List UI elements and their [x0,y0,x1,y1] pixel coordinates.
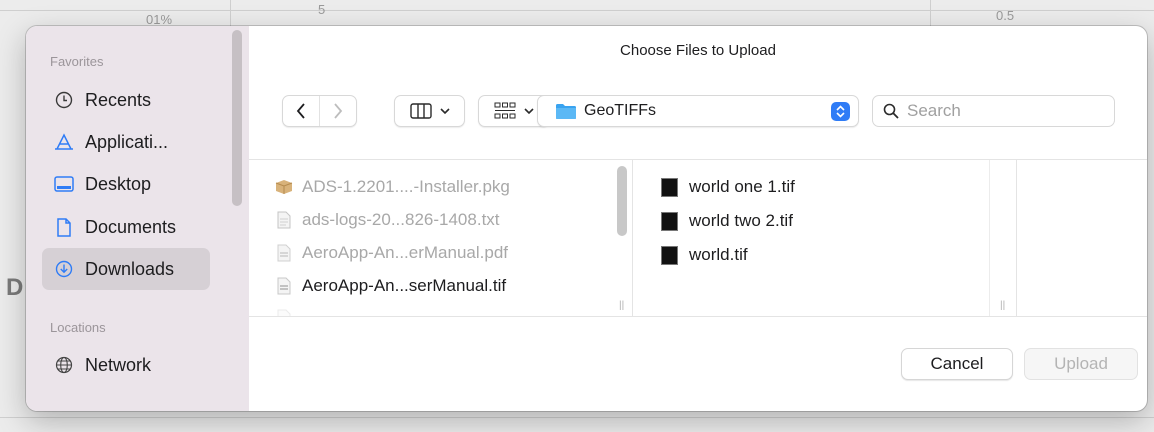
location-stepper-icon [831,102,850,121]
tif-file-icon [661,177,678,197]
generic-file-icon [275,308,293,316]
column-resize-handle[interactable]: || [1000,300,1005,311]
file-item[interactable]: world.tif [661,242,748,268]
search-input[interactable] [907,101,1097,121]
background-gridline [230,0,231,26]
text-file-icon [275,210,293,230]
location-popup[interactable]: GeoTIFFs [537,95,859,127]
file-item: ADS-1.2201....-Installer.pkg [275,175,510,199]
columns-view-icon [409,103,432,119]
sidebar-item-documents[interactable]: Documents [42,206,210,248]
document-icon [53,216,75,238]
sidebar-item-label: Recents [85,89,152,110]
sidebar-item-label: Documents [85,216,177,237]
downloads-column: ADS-1.2201....-Installer.pkg ads-logs-20… [249,160,633,316]
file-upload-dialog: Favorites Recents Applicati... Desktop D… [26,26,1147,411]
chevron-right-icon [334,103,343,119]
file-item[interactable]: world two 2.tif [661,208,793,234]
file-name: world two 2.tif [689,211,793,230]
cancel-button[interactable]: Cancel [901,348,1013,380]
column-browser: ADS-1.2201....-Installer.pkg ads-logs-20… [249,159,1147,317]
file-name: world one 1.tif [689,177,795,196]
chevron-down-icon [439,107,450,114]
background-letter: D [6,274,24,301]
file-item[interactable]: AeroApp-An...serManual.tif [275,274,506,298]
network-globe-icon [53,354,75,376]
clock-icon [53,89,75,111]
tif-file-icon [661,211,678,231]
background-gridline [0,10,1154,11]
image-file-icon [275,276,293,296]
sidebar-item-downloads[interactable]: Downloads [42,248,210,290]
background-gridline [0,417,1154,418]
background-text: 0.5 [996,8,1015,23]
download-icon [53,258,75,280]
sidebar-section-favorites: Favorites [50,54,104,69]
file-name: world.tif [689,245,748,264]
view-mode-button[interactable] [394,95,465,127]
column-divider [989,160,990,316]
sidebar-item-label: Desktop [85,173,152,194]
background-text: 5 [318,2,326,17]
column-scrollbar[interactable] [617,166,627,236]
chevron-down-icon [524,107,534,114]
search-field[interactable] [872,95,1115,127]
applications-icon [53,131,75,153]
chevron-left-icon [296,103,305,119]
geotiffs-column: world one 1.tif world two 2.tif world.ti… [633,160,1017,316]
dialog-title: Choose Files to Upload [620,42,776,59]
file-item: AeroApp-An...erManual.pdf [275,241,508,265]
location-label: GeoTIFFs [584,102,657,119]
sidebar-section-locations: Locations [50,320,106,335]
pdf-file-icon [275,243,293,263]
navigation-buttons [282,95,357,127]
file-item: ads-logs-20...826-1408.txt [275,208,500,232]
folder-icon [555,103,577,120]
forward-button[interactable] [319,96,356,126]
file-name: ads-logs-20...826-1408.txt [302,210,500,229]
sidebar-scrollbar[interactable] [232,30,242,206]
file-item[interactable]: world one 1.tif [661,174,795,200]
file-name: AeroApp-An...erManual.pdf [302,243,509,262]
search-icon [883,103,899,119]
main-panel: Choose Files to Upload GeoTIFFs Search A… [249,26,1147,411]
sidebar-item-label: Network [85,354,152,375]
file-name: AeroApp-An...serManual.tif [302,276,507,295]
background-text: 01% [146,12,173,27]
sidebar-item-recents[interactable]: Recents [42,79,210,121]
package-icon [275,177,293,197]
sidebar: Favorites Recents Applicati... Desktop D… [26,26,249,411]
desktop-icon [53,173,75,195]
file-item-partial [275,306,302,316]
column-resize-handle[interactable]: || [619,300,624,311]
sidebar-item-network[interactable]: Network [42,344,210,386]
back-button[interactable] [283,96,319,126]
upload-button[interactable]: Upload [1024,348,1138,380]
sidebar-item-label: Applicati... [85,131,169,152]
sidebar-item-applications[interactable]: Applicati... [42,121,210,163]
file-name: ADS-1.2201....-Installer.pkg [302,177,510,196]
background-gridline [930,0,931,26]
tif-file-icon [661,245,678,265]
sidebar-item-label: Downloads [85,258,175,279]
sidebar-item-desktop[interactable]: Desktop [42,163,210,205]
grid-group-icon [494,102,516,119]
